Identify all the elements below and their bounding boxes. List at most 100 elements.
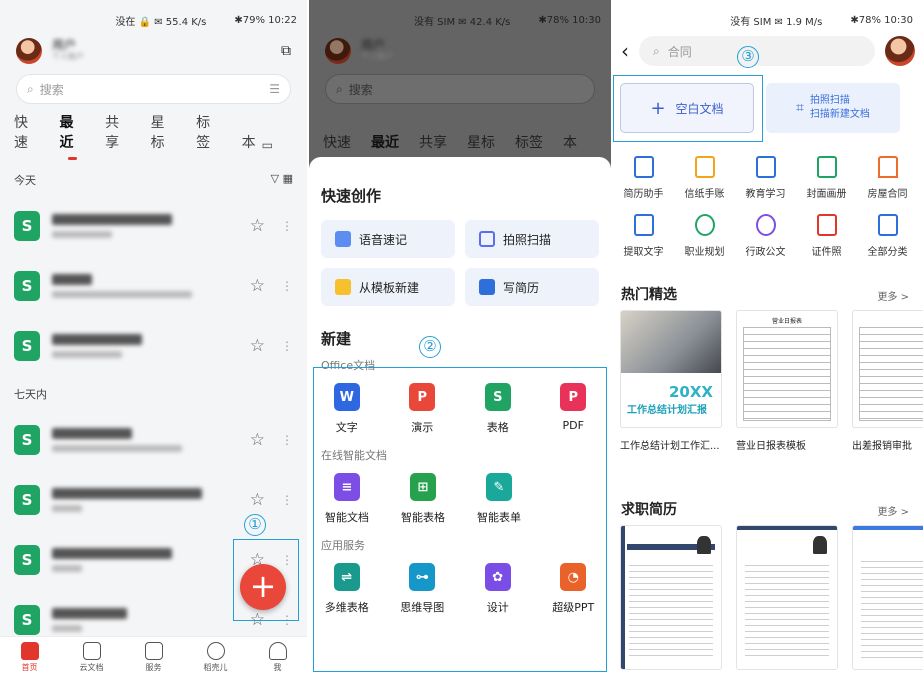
more-icon[interactable]: ⋮ xyxy=(281,433,293,447)
section-week: 七天内 xyxy=(14,388,47,401)
category-career[interactable]: 职业规划 xyxy=(674,214,735,258)
more-icon[interactable]: ⋮ xyxy=(281,493,293,507)
category-housing-contract[interactable]: 房屋合同 xyxy=(857,156,918,200)
extract-text-icon xyxy=(633,214,654,236)
hot-more-link[interactable]: 更多 > xyxy=(877,288,909,303)
template-card[interactable]: 出差报销审批 xyxy=(852,310,923,452)
category-letter[interactable]: 信纸手账 xyxy=(674,156,735,200)
callout-box-3 xyxy=(613,75,763,142)
resume-card[interactable] xyxy=(852,525,923,670)
avatar[interactable] xyxy=(885,36,915,66)
list-item[interactable]: S ☆ ⋮ xyxy=(0,256,307,316)
star-icon[interactable]: ☆ xyxy=(250,490,265,510)
resume-templates-row xyxy=(620,525,923,670)
category-education[interactable]: 教育学习 xyxy=(735,156,796,200)
tab-quick: 快速 xyxy=(323,135,351,151)
user-name: 用户 个人账户 xyxy=(361,38,393,61)
tab-shared: 共享 xyxy=(419,135,447,151)
tab-bar: 快速 最近 共享 星标 标签 本 ▭ xyxy=(0,115,307,160)
sheet-file-icon: S xyxy=(14,425,40,455)
avatar[interactable] xyxy=(16,38,42,64)
badge-icon xyxy=(755,214,776,236)
window-switch-icon[interactable]: ⧉ xyxy=(281,43,291,59)
nav-docer[interactable]: 稻壳儿 xyxy=(204,637,228,676)
resume-card[interactable] xyxy=(736,525,838,670)
resume-icon xyxy=(479,279,495,295)
template-card[interactable]: 20XX 工作总结计划汇报 工作总结计划工作汇... xyxy=(620,310,722,452)
template-card[interactable]: 营业日报表 营业日报表模板 xyxy=(736,310,838,452)
back-icon[interactable]: ‹ xyxy=(621,39,629,63)
category-cover[interactable]: 封面画册 xyxy=(796,156,857,200)
search-icon: ⌕ xyxy=(27,81,34,96)
star-icon[interactable]: ☆ xyxy=(250,430,265,450)
voice-note-button[interactable]: 语音速记 xyxy=(321,220,455,258)
template-icon xyxy=(335,279,351,295)
grid-icon xyxy=(144,642,163,660)
search-input: ⌕ 搜索 xyxy=(325,74,595,104)
section-today: 今天 ▽ ▦ xyxy=(14,172,293,188)
template-thumbnail: 20XX 工作总结计划汇报 xyxy=(620,310,722,428)
template-title: 工作总结计划工作汇... xyxy=(620,441,720,452)
list-item[interactable]: S ☆ ⋮ xyxy=(0,316,307,376)
nav-cloud-docs[interactable]: 云文档 xyxy=(80,637,104,676)
photo-scan-button[interactable]: 拍照扫描 xyxy=(465,220,599,258)
tab-local[interactable]: 本 xyxy=(242,132,256,152)
nav-services[interactable]: 服务 xyxy=(144,637,163,676)
tab-tags[interactable]: 标签 xyxy=(196,112,222,152)
template-thumbnail xyxy=(852,310,923,428)
hot-templates-row: 20XX 工作总结计划汇报 工作总结计划工作汇... 营业日报表 营业日报表模板… xyxy=(620,310,923,452)
tab-recent[interactable]: 最近 xyxy=(60,112,86,160)
house-icon xyxy=(877,156,898,178)
folder-icon[interactable]: ▭ xyxy=(262,138,273,152)
new-title: 新建 xyxy=(321,330,352,348)
from-template-button[interactable]: 从模板新建 xyxy=(321,268,455,306)
template-category-grid: 简历助手 信纸手账 教育学习 封面画册 房屋合同 提取文字 职业规划 行政公文 … xyxy=(613,156,923,258)
callout-number-1: ① xyxy=(244,514,266,536)
search-icon: ⌕ xyxy=(336,81,343,96)
tab-recent: 最近 xyxy=(371,132,399,160)
user-icon xyxy=(268,642,287,660)
template-title: 出差报销审批 xyxy=(852,441,912,452)
category-all[interactable]: 全部分类 xyxy=(857,214,918,258)
search-input[interactable]: ⌕ 搜索 ☰ xyxy=(16,74,291,104)
resume-card[interactable] xyxy=(620,525,722,670)
more-icon[interactable]: ⋮ xyxy=(281,279,293,293)
resume-section-title: 求职简历 xyxy=(621,502,677,518)
nav-home[interactable]: 首页 xyxy=(20,637,39,676)
list-item[interactable]: S ☆ ⋮ xyxy=(0,196,307,256)
template-thumbnail: 营业日报表 xyxy=(736,310,838,428)
tab-quick[interactable]: 快速 xyxy=(14,112,40,152)
star-icon[interactable]: ☆ xyxy=(250,276,265,296)
top-bar: ‹ ⌕ 合同 xyxy=(613,36,923,66)
category-id-photo[interactable]: 证件照 xyxy=(796,214,857,258)
tab-starred: 星标 xyxy=(467,135,495,151)
picture-icon xyxy=(816,156,837,178)
star-icon[interactable]: ☆ xyxy=(250,336,265,356)
category-resume[interactable]: 简历助手 xyxy=(613,156,674,200)
tab-shared[interactable]: 共享 xyxy=(105,112,131,152)
star-icon[interactable]: ☆ xyxy=(250,216,265,236)
category-official-doc[interactable]: 行政公文 xyxy=(735,214,796,258)
more-icon[interactable]: ⋮ xyxy=(281,339,293,353)
notepad-icon xyxy=(694,156,715,178)
tab-starred[interactable]: 星标 xyxy=(151,112,177,152)
quick-create-title: 快速创作 xyxy=(321,187,382,205)
scan-new-doc-button[interactable]: ⌗ 拍照扫描 扫描新建文档 xyxy=(766,83,900,133)
sheet-file-icon: S xyxy=(14,485,40,515)
filter-icon[interactable]: ▽ ▦ xyxy=(271,172,293,188)
resume-thumbnail xyxy=(620,525,722,670)
template-title: 营业日报表模板 xyxy=(736,441,806,452)
resume-more-link[interactable]: 更多 > xyxy=(877,503,909,518)
more-icon[interactable]: ⋮ xyxy=(281,219,293,233)
career-icon xyxy=(694,214,715,236)
user-name: 用户 个人账户 xyxy=(52,38,84,61)
write-resume-button[interactable]: 写简历 xyxy=(465,268,599,306)
grid-icon xyxy=(877,214,898,236)
nav-me[interactable]: 我 xyxy=(268,637,287,676)
list-item[interactable]: S ☆ ⋮ xyxy=(0,410,307,470)
sheet-file-icon: S xyxy=(14,331,40,361)
account-header: 用户 个人账户 xyxy=(309,38,611,64)
scan-icon[interactable]: ☰ xyxy=(269,82,280,96)
category-extract-text[interactable]: 提取文字 xyxy=(613,214,674,258)
tab-bar: 快速 最近 共享 星标 标签 本 xyxy=(309,124,611,160)
